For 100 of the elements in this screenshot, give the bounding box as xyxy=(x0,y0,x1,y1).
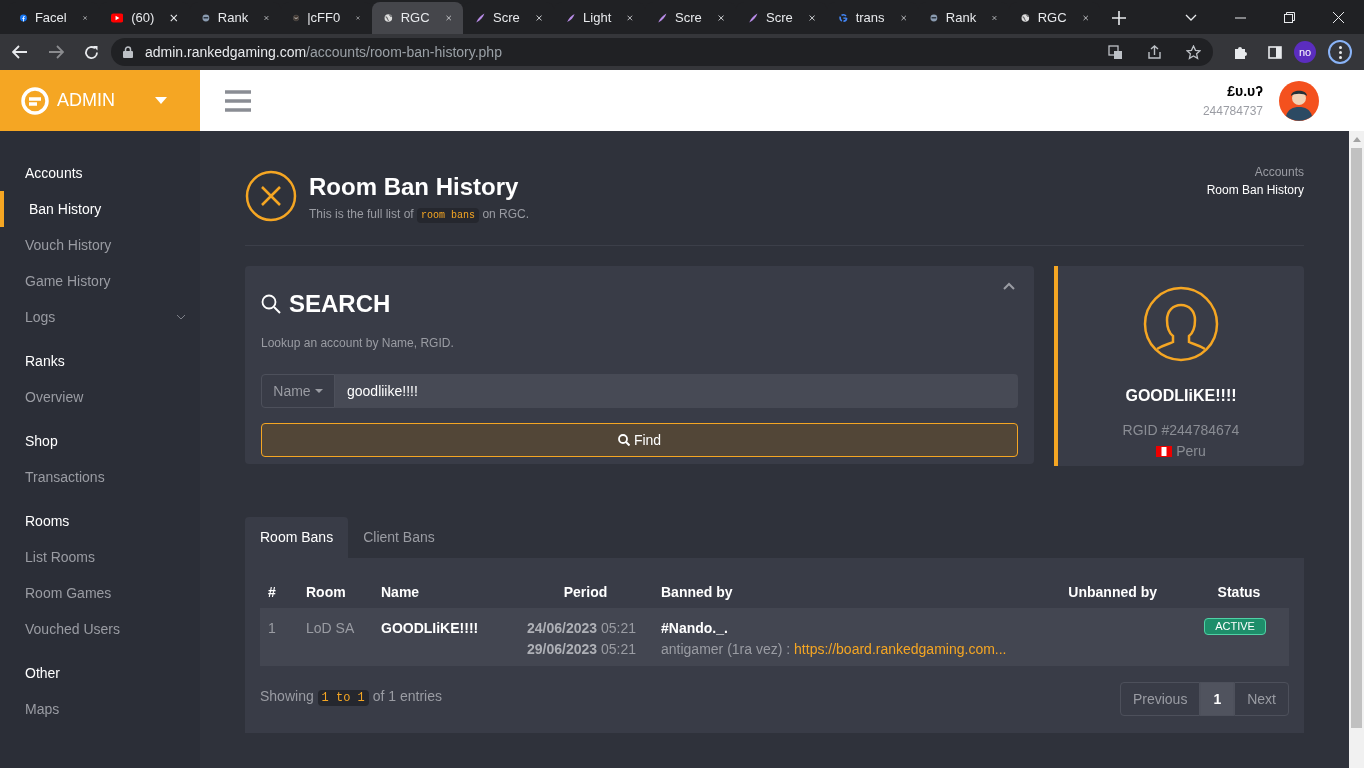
period-end: 29/06/2023 05:21 xyxy=(527,640,636,659)
browser-tab[interactable]: RGC xyxy=(372,2,463,34)
user-icon xyxy=(1143,286,1219,362)
close-icon[interactable] xyxy=(535,13,542,23)
page-button[interactable]: 1 xyxy=(1200,682,1235,716)
sidebar-item[interactable]: Ban History xyxy=(0,191,200,227)
sidebar-heading: Other xyxy=(24,663,61,683)
sidebar-item[interactable]: Game History xyxy=(0,263,200,299)
sidebar-item[interactable]: Vouched Users xyxy=(0,611,200,647)
profile-rgid: RGID #244784674 xyxy=(1122,421,1240,440)
column-header: Period xyxy=(562,582,609,602)
tab-title: |cFF0 xyxy=(307,9,341,28)
close-icon[interactable] xyxy=(170,13,178,23)
user-name: £υ.υʔ xyxy=(1227,82,1263,101)
profile-name: GOODLIiKE!!!! xyxy=(1125,386,1237,406)
search-icon xyxy=(261,294,281,314)
tab-title: Scre xyxy=(493,9,520,28)
reason-link[interactable]: https://board.rankedgaming.com... xyxy=(794,641,1007,657)
sidebar-item[interactable]: Transactions xyxy=(0,459,200,495)
find-button[interactable]: Find xyxy=(261,423,1018,457)
chevron-down-icon[interactable] xyxy=(1185,13,1197,22)
profile-country: Peru xyxy=(1176,442,1206,461)
close-icon[interactable] xyxy=(808,13,815,23)
user-avatar[interactable] xyxy=(1279,80,1319,121)
menu-icon[interactable] xyxy=(225,89,251,112)
tab[interactable]: Client Bans xyxy=(348,517,450,558)
status-badge: ACTIVE xyxy=(1204,618,1266,635)
tab-title: trans xyxy=(855,9,885,28)
close-icon[interactable] xyxy=(1333,12,1344,23)
translate-icon[interactable] xyxy=(1108,44,1123,60)
period-start: 24/06/2023 05:21 xyxy=(527,619,636,638)
minimize-icon[interactable] xyxy=(1235,16,1246,19)
column-header: Name xyxy=(380,582,421,602)
url-text: admin.rankedgaming.com/accounts/room-ban-history.php xyxy=(145,42,502,62)
page-button[interactable]: Previous xyxy=(1119,682,1201,716)
logo-icon xyxy=(21,86,49,115)
collapse-icon[interactable] xyxy=(1003,282,1015,290)
close-icon[interactable] xyxy=(627,13,633,23)
close-icon[interactable] xyxy=(900,13,906,23)
sidebar-item[interactable]: Room Games xyxy=(0,575,200,611)
sidebar-item[interactable]: Overview xyxy=(0,379,200,415)
youtube-icon xyxy=(111,12,124,24)
caret-icon xyxy=(314,389,323,393)
tab-title: Scre xyxy=(766,9,793,28)
close-icon[interactable] xyxy=(717,13,724,23)
side-panel-icon[interactable] xyxy=(1268,45,1282,59)
search-icon xyxy=(617,434,630,446)
column-header: Banned by xyxy=(660,582,734,602)
address-bar[interactable]: admin.rankedgaming.com/accounts/room-ban-history.php xyxy=(111,38,1213,66)
back-icon[interactable] xyxy=(12,45,28,59)
page-subtitle: This is the full list of room bans on RGC. xyxy=(309,206,530,223)
column-header: Status xyxy=(1216,582,1262,602)
search-field[interactable]: goodliike!!!! xyxy=(335,374,1018,408)
breadcrumb-link[interactable]: Accounts xyxy=(1254,163,1304,181)
table-cell-text: GOODLIiKE!!!! xyxy=(380,619,480,638)
close-icon[interactable] xyxy=(1082,13,1088,23)
forward-icon[interactable] xyxy=(48,45,64,59)
star-icon[interactable] xyxy=(1186,44,1201,60)
tab-title: Rank xyxy=(945,9,977,28)
tab-title: RGC xyxy=(1037,9,1067,28)
column-header: Unbanned by xyxy=(1067,582,1158,602)
flag-icon xyxy=(1156,446,1173,457)
share-icon[interactable] xyxy=(1147,44,1162,60)
new-tab-icon[interactable] xyxy=(1112,11,1126,25)
tab-title: Facel xyxy=(34,9,67,28)
reload-icon[interactable] xyxy=(84,44,99,60)
page-title: Room Ban History xyxy=(309,172,520,202)
user-id: 244784737 xyxy=(1202,103,1263,120)
table-cell-text: 1 xyxy=(267,619,277,638)
restore-icon[interactable] xyxy=(1284,12,1295,23)
sidebar-item[interactable]: List Rooms xyxy=(0,539,200,575)
sidebar-heading: Accounts xyxy=(24,163,84,183)
tab-title: RGC xyxy=(400,9,430,28)
sidebar-heading: Ranks xyxy=(24,351,66,371)
brand-name: ADMIN xyxy=(57,89,115,112)
table-cell-text: LoD SA xyxy=(305,619,356,638)
puzzle-icon[interactable] xyxy=(1233,44,1248,60)
tab-title: Scre xyxy=(675,9,702,28)
profile-avatar[interactable]: no xyxy=(1294,41,1316,63)
ban-reason: antigamer (1ra vez) : https://board.rankedgaming.com... xyxy=(661,640,1008,659)
menu-button[interactable] xyxy=(1328,40,1352,64)
tab-title: (60) xyxy=(131,9,155,28)
column-header: Room xyxy=(305,582,347,602)
sidebar-heading: Shop xyxy=(24,431,59,451)
sidebar-heading: Rooms xyxy=(24,511,71,531)
tab-title: Rank xyxy=(217,9,249,28)
ban-icon xyxy=(245,170,297,222)
lock-icon xyxy=(123,46,133,58)
tab[interactable]: Room Bans xyxy=(245,517,349,558)
breadcrumb-current: Room Ban History xyxy=(1206,182,1304,199)
tab-title: Light xyxy=(583,9,612,28)
page-button[interactable]: Next xyxy=(1234,682,1289,716)
sidebar-item[interactable]: Vouch History xyxy=(0,227,200,263)
search-hint: Lookup an account by Name, RGID. xyxy=(261,335,455,352)
column-header: # xyxy=(267,582,277,602)
entries-info: Showing 1 to 1 of 1 entries xyxy=(260,686,442,707)
filter-dropdown[interactable]: Name xyxy=(261,374,335,408)
sidebar-item[interactable]: Logs xyxy=(0,299,200,335)
sidebar-item[interactable]: Maps xyxy=(0,691,200,727)
search-title: SEARCH xyxy=(289,289,391,319)
